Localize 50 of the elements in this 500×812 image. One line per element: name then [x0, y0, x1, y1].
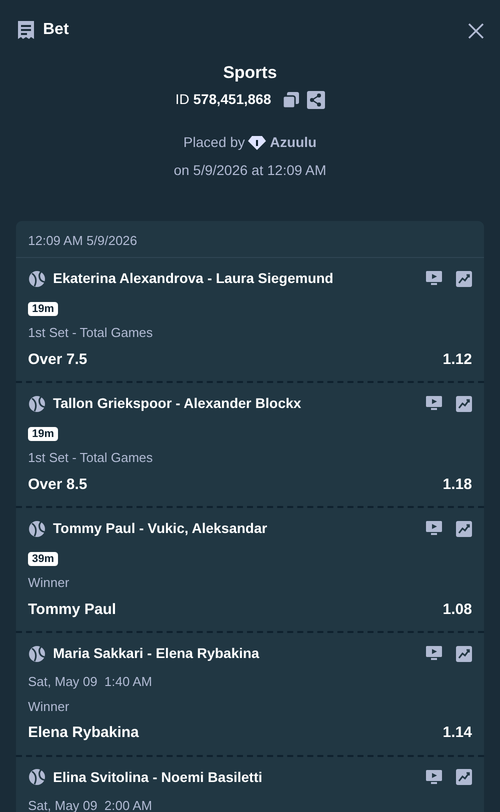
bet-category: Sports — [222, 62, 278, 84]
event-name: Tommy Paul - Vukic, Aleksandar — [53, 519, 268, 538]
tennis-ball-icon — [28, 520, 46, 538]
market-name: 1st Set - Total Games — [28, 450, 153, 465]
market-name: 1st Set - Total Games — [28, 325, 153, 340]
share-icon[interactable] — [306, 90, 325, 108]
tennis-ball-icon — [28, 644, 46, 662]
live-stream-icon[interactable] — [426, 769, 442, 785]
live-stream-icon[interactable] — [426, 520, 442, 536]
event-name: Maria Sakkari - Elena Rybakina — [53, 644, 260, 663]
event-name: Tallon Griekspoor - Alexander Blockx — [53, 394, 302, 413]
stats-chart-icon[interactable] — [456, 396, 472, 412]
event-time: 1:40 AM — [104, 673, 152, 691]
diamond-icon — [248, 134, 266, 150]
stats-chart-icon[interactable] — [456, 270, 472, 286]
stats-chart-icon[interactable] — [456, 520, 472, 536]
odds-value: 1.08 — [442, 600, 472, 620]
event-date: Sat, May 09 — [28, 796, 98, 812]
username: Azuulu — [270, 133, 317, 152]
stats-chart-icon[interactable] — [456, 646, 472, 662]
selection-name: Elena Rybakina — [28, 723, 139, 743]
odds-value: 1.14 — [442, 723, 472, 743]
placed-by-label: Placed by — [183, 133, 245, 152]
tennis-ball-icon — [28, 768, 46, 786]
dialog-title: Bet — [43, 20, 69, 40]
tennis-ball-icon — [28, 394, 46, 412]
stats-chart-icon[interactable] — [456, 769, 472, 785]
copy-icon[interactable] — [282, 90, 300, 108]
odds-value: 1.18 — [442, 474, 472, 494]
market-name: Winner — [28, 575, 70, 590]
live-stream-icon[interactable] — [426, 270, 442, 286]
selection-name: Tommy Paul — [28, 600, 116, 620]
receipt-icon — [16, 20, 36, 40]
selection-name: Over 7.5 — [28, 350, 88, 370]
slip-timestamp: 12:09 AM 5/9/2026 — [28, 233, 138, 248]
placed-date: on 5/9/2026 at 12:09 AM — [172, 161, 328, 180]
live-stream-icon[interactable] — [426, 396, 442, 412]
live-time-badge: 19m — [28, 427, 58, 441]
selection-name: Over 8.5 — [28, 474, 88, 494]
bet-id: ID 578,451,868 — [175, 90, 272, 109]
event-name: Elina Svitolina - Noemi Basiletti — [53, 768, 262, 786]
event-name: Ekaterina Alexandrova - Laura Siegemund — [53, 269, 334, 288]
market-name: Winner — [28, 698, 70, 714]
event-date: Sat, May 09 — [28, 673, 98, 691]
live-time-badge: 19m — [28, 302, 58, 316]
live-stream-icon[interactable] — [426, 646, 442, 662]
tennis-ball-icon — [28, 270, 46, 288]
odds-value: 1.12 — [442, 350, 472, 370]
live-time-badge: 39m — [28, 552, 58, 566]
event-time: 2:00 AM — [104, 796, 152, 812]
